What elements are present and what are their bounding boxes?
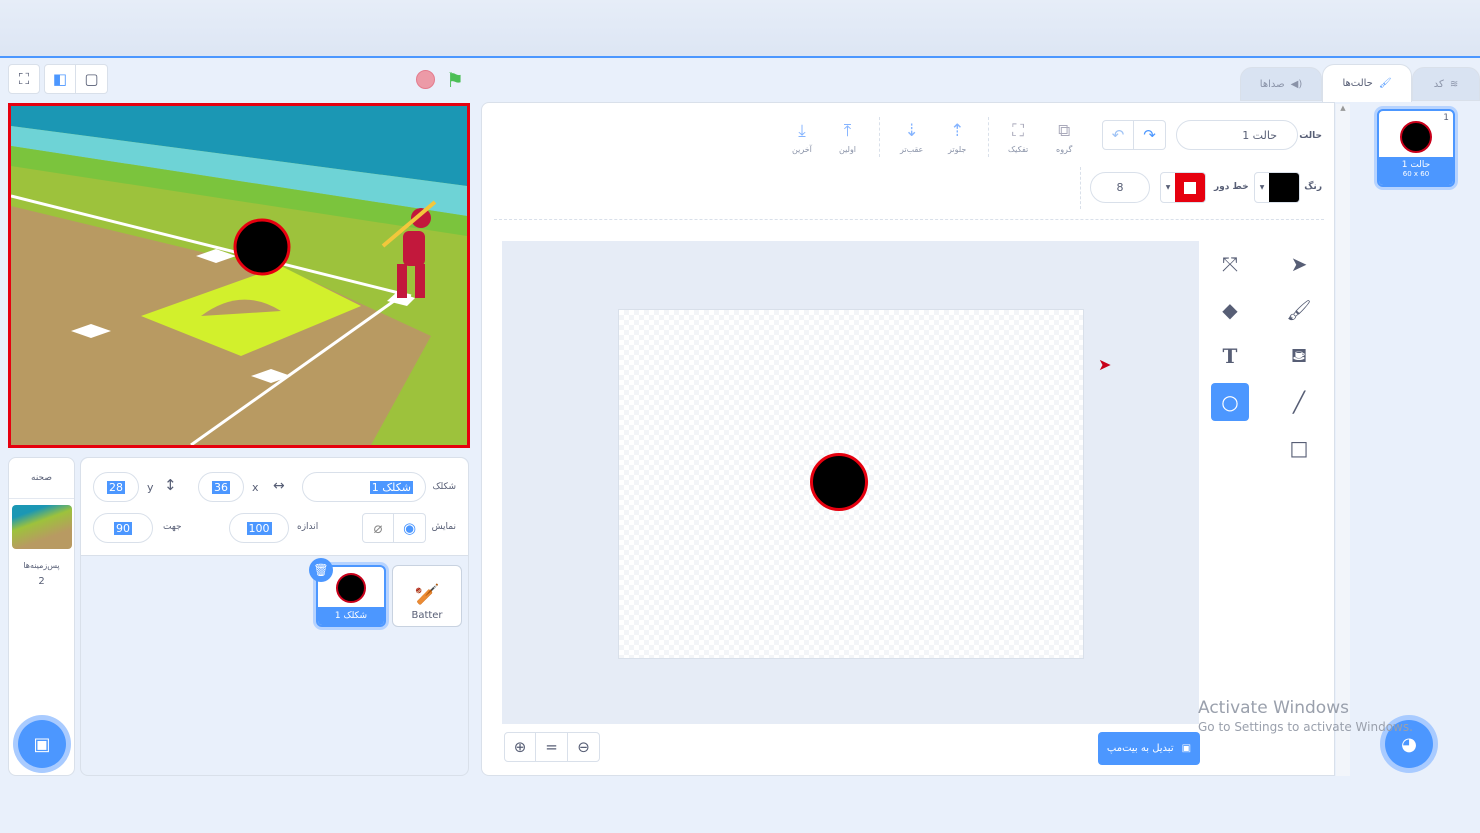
backdrop-thumbnail[interactable]: [11, 505, 72, 549]
batter-thumbnail: 🏏: [414, 582, 440, 606]
menu-bar: [0, 0, 1480, 58]
ungroup-icon: ⛶: [1012, 121, 1025, 141]
hide-sprite-button[interactable]: ⌀: [362, 513, 394, 543]
fullscreen-icon[interactable]: ⛶: [8, 64, 40, 94]
brush-tool[interactable]: 🖌: [1280, 291, 1318, 329]
stage-title: صحنه: [9, 473, 74, 499]
direction-label: جهت: [163, 522, 182, 532]
sprite-tile-name: Batter: [411, 610, 443, 621]
costume-index: 1: [1443, 113, 1449, 123]
undo-icon[interactable]: ↶: [1102, 120, 1134, 150]
tab-sounds[interactable]: صداها ◀): [1240, 67, 1322, 101]
tab-code[interactable]: کد ≋: [1412, 67, 1480, 101]
group-icon: ⧉: [1058, 121, 1071, 141]
scrollbar[interactable]: ▲: [1336, 104, 1350, 776]
code-icon: ≋: [1449, 78, 1459, 90]
front-icon: ⤒: [843, 121, 852, 141]
y-arrows-icon: ↕: [164, 476, 177, 494]
line-tool[interactable]: ╱: [1280, 383, 1318, 421]
dropdown-icon: ▼: [1165, 184, 1171, 191]
show-sprite-button[interactable]: ◉: [394, 513, 426, 543]
sprite-tile-name: شکلک 1: [318, 607, 384, 625]
costume-list: 1 حالت 1 60 x 60: [1350, 102, 1480, 776]
arrow-up-icon: ⇡: [950, 121, 965, 141]
direction-input[interactable]: 90: [93, 513, 153, 543]
outline-label: خط دور: [1214, 182, 1249, 192]
canvas-area[interactable]: ➤: [502, 241, 1199, 724]
drawing-canvas[interactable]: [618, 309, 1084, 659]
delete-icon[interactable]: 🗑: [309, 558, 333, 582]
fill-swatch: [1269, 173, 1299, 202]
dropdown-icon: ▼: [1259, 184, 1265, 191]
eraser-tool[interactable]: ◆: [1211, 291, 1249, 329]
costume-tile[interactable]: 1 حالت 1 60 x 60: [1377, 109, 1455, 187]
circle-tool[interactable]: ○: [1211, 383, 1249, 421]
circle-thumbnail: [336, 573, 366, 603]
show-label: نمایش: [431, 522, 456, 532]
rectangle-tool[interactable]: □: [1280, 429, 1318, 467]
x-arrows-icon: ↔: [273, 478, 285, 494]
windows-watermark: Activate Windows Go to Settings to activa…: [1198, 698, 1413, 734]
sprite-name-input[interactable]: شکلک 1: [302, 472, 426, 502]
size-input[interactable]: 100: [229, 513, 289, 543]
backdrops-label: پس‌زمینه‌ها: [23, 561, 60, 570]
outline-swatch: [1175, 173, 1205, 202]
stop-icon[interactable]: [416, 70, 435, 89]
costume-thumbnail: [1400, 121, 1432, 153]
convert-to-bitmap-button[interactable]: تبدیل به بیت‌مپ ▣: [1098, 732, 1200, 765]
stage-size-controls: ⛶: [8, 64, 40, 94]
costume-size: 60 x 60: [1402, 170, 1430, 178]
group-button[interactable]: ⧉ گروه: [1056, 121, 1072, 154]
arrow-down-icon: ⇣: [904, 121, 919, 141]
stage[interactable]: [8, 103, 470, 448]
zoom-in-icon[interactable]: ⊕: [504, 732, 536, 762]
forward-button[interactable]: ⇡ جلوتر: [948, 121, 966, 154]
outline-color-picker[interactable]: ▼: [1160, 172, 1206, 203]
sprite-pane: شکلک شکلک 1 ↔ x 36 ↕ y 28 نمایش ⌀ ◉ اندا…: [80, 457, 469, 776]
size-label: اندازه: [297, 522, 319, 532]
back-icon: ⤓: [798, 121, 806, 141]
backdrops-count: 2: [38, 576, 45, 587]
zoom-reset-icon[interactable]: =: [536, 732, 568, 762]
redo-icon[interactable]: ↷: [1134, 120, 1166, 150]
text-tool[interactable]: T: [1211, 337, 1249, 375]
y-label: y: [147, 481, 154, 494]
reshape-tool[interactable]: ⤧: [1211, 245, 1249, 283]
zoom-out-icon[interactable]: ⊖: [568, 732, 600, 762]
x-input[interactable]: 36: [198, 472, 244, 502]
ungroup-button[interactable]: ⛶ تفکیک: [1008, 121, 1028, 154]
choose-backdrop-button[interactable]: ▣: [18, 720, 66, 768]
x-label: x: [252, 481, 259, 494]
backward-button[interactable]: ⇣ عقب‌تر: [900, 121, 923, 154]
fill-label: رنگ: [1304, 182, 1322, 192]
fill-tool[interactable]: ⛾: [1280, 337, 1318, 375]
tab-costumes[interactable]: حالت‌ها 🖌: [1322, 64, 1412, 102]
cat-icon: ◕: [1401, 733, 1417, 755]
outline-width-input[interactable]: 8: [1090, 172, 1150, 203]
y-input[interactable]: 28: [93, 472, 139, 502]
mouse-cursor-icon: ➤: [1098, 355, 1112, 374]
sprite-tile-batter[interactable]: 🏏 Batter: [392, 565, 462, 627]
large-stage-button[interactable]: ▢: [76, 64, 108, 94]
image-icon: ▣: [1181, 743, 1192, 754]
sprite-name-label: شکلک: [432, 482, 456, 492]
costume-name: حالت 1: [1401, 160, 1431, 170]
speaker-icon: ◀): [1290, 78, 1303, 90]
circle-shape[interactable]: [810, 453, 868, 511]
select-tool[interactable]: ➤: [1280, 245, 1318, 283]
back-button[interactable]: ⤓ آخرین: [792, 121, 812, 154]
costume-label: حالت: [1299, 131, 1322, 141]
brush-icon: 🖌: [1378, 78, 1392, 89]
small-stage-button[interactable]: ◧: [44, 64, 76, 94]
fill-color-picker[interactable]: ▼: [1254, 172, 1300, 203]
front-button[interactable]: ⤒ اولین: [839, 121, 856, 154]
paint-editor: حالت حالت 1 ↶ ↷ ⧉ گروه ⛶ تفکیک ⇡ جلوتر ⇣ عقب…: [481, 102, 1335, 776]
green-flag-icon[interactable]: ⚑: [446, 68, 464, 92]
costume-name-input[interactable]: حالت 1: [1176, 120, 1298, 150]
image-icon: ▣: [33, 733, 51, 755]
